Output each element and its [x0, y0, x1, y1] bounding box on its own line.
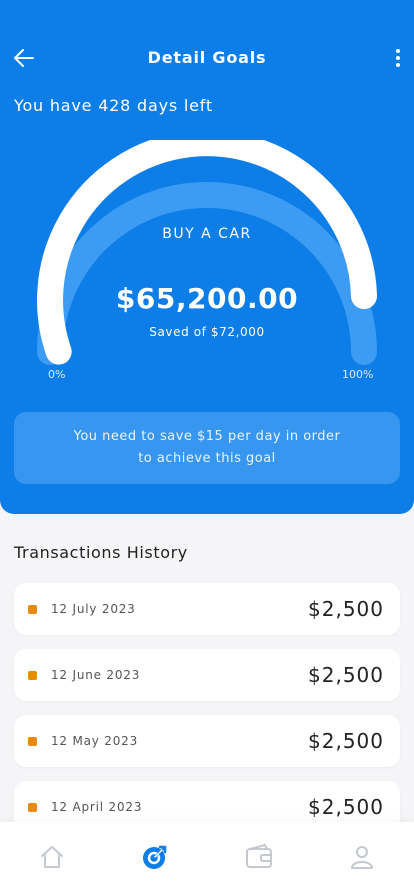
nav-wallet[interactable]: [239, 844, 279, 880]
transactions-list: 12 July 2023 $2,500 12 June 2023 $2,500 …: [14, 583, 400, 847]
transaction-date: 12 June 2023: [51, 668, 141, 682]
tip-line-1: You need to save $15 per day in order: [73, 429, 341, 444]
transaction-amount: $2,500: [308, 795, 384, 819]
home-icon: [40, 846, 63, 868]
transaction-amount: $2,500: [308, 597, 384, 621]
transaction-date: 12 April 2023: [51, 800, 143, 814]
savings-tip-banner: You need to save $15 per day in order to…: [14, 412, 400, 484]
transaction-row[interactable]: 12 May 2023 $2,500: [14, 715, 400, 767]
more-options-button[interactable]: [390, 44, 406, 72]
nav-home[interactable]: [32, 844, 72, 880]
profile-icon: [351, 846, 374, 869]
transaction-dot-icon: [28, 670, 37, 680]
transaction-date: 12 May 2023: [51, 734, 139, 748]
transactions-title: Transactions History: [14, 543, 188, 562]
saved-of-target: Saved of $72,000: [149, 325, 265, 339]
transaction-amount: $2,500: [308, 729, 384, 753]
gauge-max-label: 100%: [342, 368, 374, 381]
transaction-amount: $2,500: [308, 663, 384, 687]
transaction-date: 12 July 2023: [51, 602, 136, 616]
nav-profile[interactable]: [342, 844, 382, 880]
gauge-min-label: 0%: [48, 368, 66, 381]
saved-amount: $65,200.00: [115, 282, 299, 315]
nav-goals[interactable]: [135, 844, 175, 880]
transaction-dot-icon: [28, 802, 37, 812]
goal-target-icon: [143, 845, 167, 869]
goal-hero-panel: Detail Goals You have 428 days left BUY …: [0, 0, 414, 514]
bottom-navigation: [0, 822, 414, 896]
days-left-text: You have 428 days left: [14, 96, 213, 115]
wallet-icon: [245, 844, 272, 868]
transaction-row[interactable]: 12 July 2023 $2,500: [14, 583, 400, 635]
goal-name: BUY A CAR: [162, 226, 252, 242]
page-title: Detail Goals: [147, 48, 267, 67]
transaction-dot-icon: [28, 736, 37, 746]
goal-progress-gauge: [37, 140, 377, 365]
tip-line-2: to achieve this goal: [138, 451, 276, 466]
transaction-row[interactable]: 12 June 2023 $2,500: [14, 649, 400, 701]
transaction-dot-icon: [28, 604, 37, 614]
more-vertical-icon: [396, 49, 400, 53]
